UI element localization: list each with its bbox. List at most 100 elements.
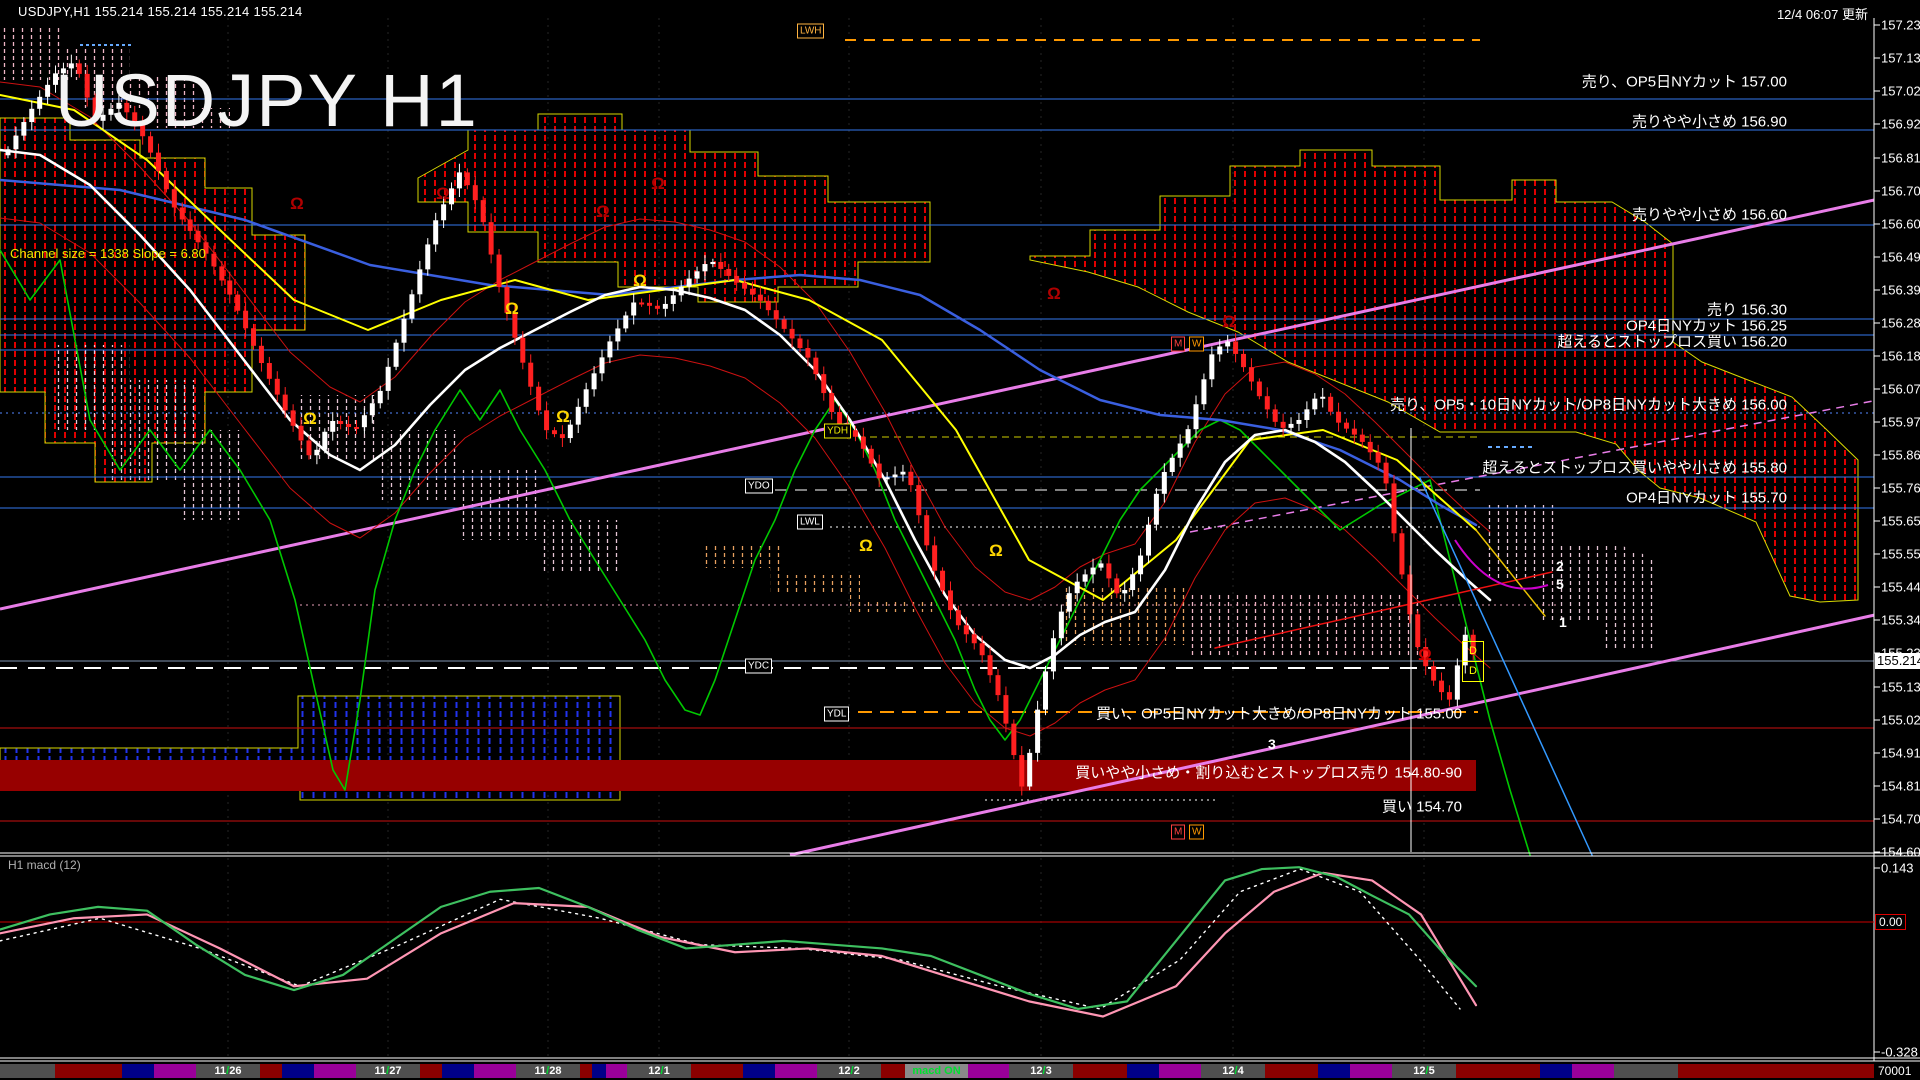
ichimoku-cloud-wdot [1482, 505, 1658, 648]
session-color-segment [314, 1064, 356, 1078]
price-axis-label: 155.970 [1881, 415, 1920, 430]
omega-signal-marker: Ω [859, 536, 873, 556]
session-color-segment [1540, 1064, 1572, 1078]
session-color-segment [606, 1064, 627, 1078]
omega-signal-marker: Ω [556, 407, 570, 427]
session-color-segment [1678, 1064, 1874, 1078]
macd-zero-tag: 0.00 [1875, 914, 1906, 930]
session-color-segment [122, 1064, 154, 1078]
symbol-watermark: USDJPY H1 [55, 58, 479, 143]
buy-level-annotation: 買いやや小さめ・割り込むとストップロス売り 154.80-90 [1075, 762, 1462, 783]
session-color-segment [260, 1064, 282, 1078]
omega-signal-marker: Ω [1418, 645, 1432, 665]
omega-signal-marker: Ω [651, 174, 665, 194]
macd-axis-label: 0.143 [1881, 861, 1914, 876]
marker-box-lwl: LWL [797, 515, 823, 530]
line-endpoint-label: 2 [1556, 558, 1564, 574]
session-color-segment [1265, 1064, 1318, 1078]
date-label-segment: 11/27 [356, 1064, 420, 1078]
price-axis-label: 155.130 [1881, 680, 1920, 695]
session-color-segment [691, 1064, 743, 1078]
session-color-segment [881, 1064, 905, 1078]
price-axis-label: 155.655 [1881, 514, 1920, 529]
buy-level-annotation: 買い 154.70 [1382, 796, 1462, 817]
sell-level-annotation: 売り、OP5日NYカット 157.00 [1582, 71, 1787, 92]
price-axis-label: 155.760 [1881, 481, 1920, 496]
date-label-segment: 12/4 [1201, 1064, 1265, 1078]
omega-signal-marker: Ω [633, 271, 647, 291]
session-color-segment [1318, 1064, 1350, 1078]
price-axis-label: 154.915 [1881, 746, 1920, 761]
price-axis-label: 157.025 [1881, 84, 1920, 99]
marker-box-w: W [1189, 825, 1204, 840]
price-axis-label: 155.865 [1881, 448, 1920, 463]
price-axis-label: 156.285 [1881, 316, 1920, 331]
sell-level-annotation: 超えるとストップロス買い 156.20 [1557, 331, 1787, 352]
macd-indicator-title: H1 macd (12) [8, 858, 81, 872]
session-color-segment [420, 1064, 442, 1078]
session-color-segment [1614, 1064, 1678, 1078]
channel-info-label: Channel size = 1338 Slope = 6.80 [10, 246, 206, 261]
macd-avg-line [0, 869, 1460, 1009]
session-color-segment [580, 1064, 592, 1078]
session-color-segment [1127, 1064, 1159, 1078]
macd-toggle[interactable]: macd ON [905, 1064, 968, 1078]
marker-box-lwh: LWH [797, 24, 824, 39]
price-axis-label: 156.390 [1881, 283, 1920, 298]
date-label-segment: 12/1 [627, 1064, 691, 1078]
session-color-segment [282, 1064, 314, 1078]
price-axis-label: 155.020 [1881, 713, 1920, 728]
marker-box-m: M [1171, 825, 1185, 840]
marker-box-ydo: YDO [745, 479, 773, 494]
omega-signal-marker: Ω [596, 202, 610, 222]
omega-signal-marker: Ω [290, 194, 304, 214]
price-axis-label: 155.340 [1881, 613, 1920, 628]
session-color-segment [0, 1064, 55, 1078]
macd-axis-label: -0.328 [1881, 1045, 1918, 1060]
sell-level-annotation: 超えるとストップロス買いやや小さめ 155.80 [1482, 457, 1787, 478]
price-axis-label: 156.920 [1881, 117, 1920, 132]
session-color-segment [592, 1064, 606, 1078]
date-label-segment: 11/28 [516, 1064, 580, 1078]
line-endpoint-label: 5 [1556, 576, 1564, 592]
marker-box-w: W [1189, 337, 1204, 352]
session-color-segment [154, 1064, 196, 1078]
marker-box-ydh: YDH [824, 424, 851, 439]
date-label-segment: 12/2 [817, 1064, 881, 1078]
omega-signal-marker: Ω [989, 541, 1003, 561]
session-color-segment [442, 1064, 474, 1078]
sell-level-annotation: 売りやや小さめ 156.90 [1632, 111, 1787, 132]
sell-level-annotation: 売りやや小さめ 156.60 [1632, 204, 1787, 225]
sell-level-annotation: OP4日NYカット 155.70 [1626, 487, 1787, 508]
update-timestamp: 12/4 06:07 更新 [1777, 4, 1868, 23]
symbol-quote-info: USDJPY,H1 155.214 155.214 155.214 155.21… [18, 4, 303, 19]
price-axis-label: 156.810 [1881, 151, 1920, 166]
price-axis-label: 154.600 [1881, 845, 1920, 860]
date-label-segment: 12/5 [1392, 1064, 1456, 1078]
omega-signal-marker: Ω [303, 409, 317, 429]
trading-chart-window: USDJPY H1 USDJPY,H1 155.214 155.214 155.… [0, 0, 1920, 1080]
chart-canvas[interactable] [0, 0, 1920, 1080]
ichimoku-cloud-red [418, 114, 930, 302]
price-axis-label: 154.810 [1881, 779, 1920, 794]
bar-count-label: 70001 [1878, 1064, 1911, 1078]
line-endpoint-label: 3 [1268, 736, 1276, 752]
daily-pivot-box: DD [1462, 641, 1484, 682]
marker-box-ydl: YDL [824, 707, 849, 722]
omega-signal-marker: Ω [1222, 312, 1236, 332]
time-axis-bar[interactable]: 11/2611/2711/2812/112/2macd ON12/312/412… [0, 1063, 1920, 1080]
price-axis-label: 156.075 [1881, 382, 1920, 397]
session-color-segment [968, 1064, 1009, 1078]
price-axis-label: 156.600 [1881, 217, 1920, 232]
price-axis-label: 157.130 [1881, 51, 1920, 66]
session-color-segment [775, 1064, 817, 1078]
buy-level-annotation: 買い、OP5日NYカット大きめ/OP8日NYカット 155.00 [1096, 703, 1462, 724]
session-color-segment [474, 1064, 516, 1078]
line-endpoint-label: 1 [1559, 614, 1567, 630]
omega-signal-marker: Ω [436, 184, 450, 204]
price-axis-label: 154.705 [1881, 812, 1920, 827]
omega-signal-marker: Ω [1047, 284, 1061, 304]
macd-main-line [0, 867, 1476, 1009]
price-axis-label: 156.180 [1881, 349, 1920, 364]
marker-box-m: M [1171, 337, 1185, 352]
